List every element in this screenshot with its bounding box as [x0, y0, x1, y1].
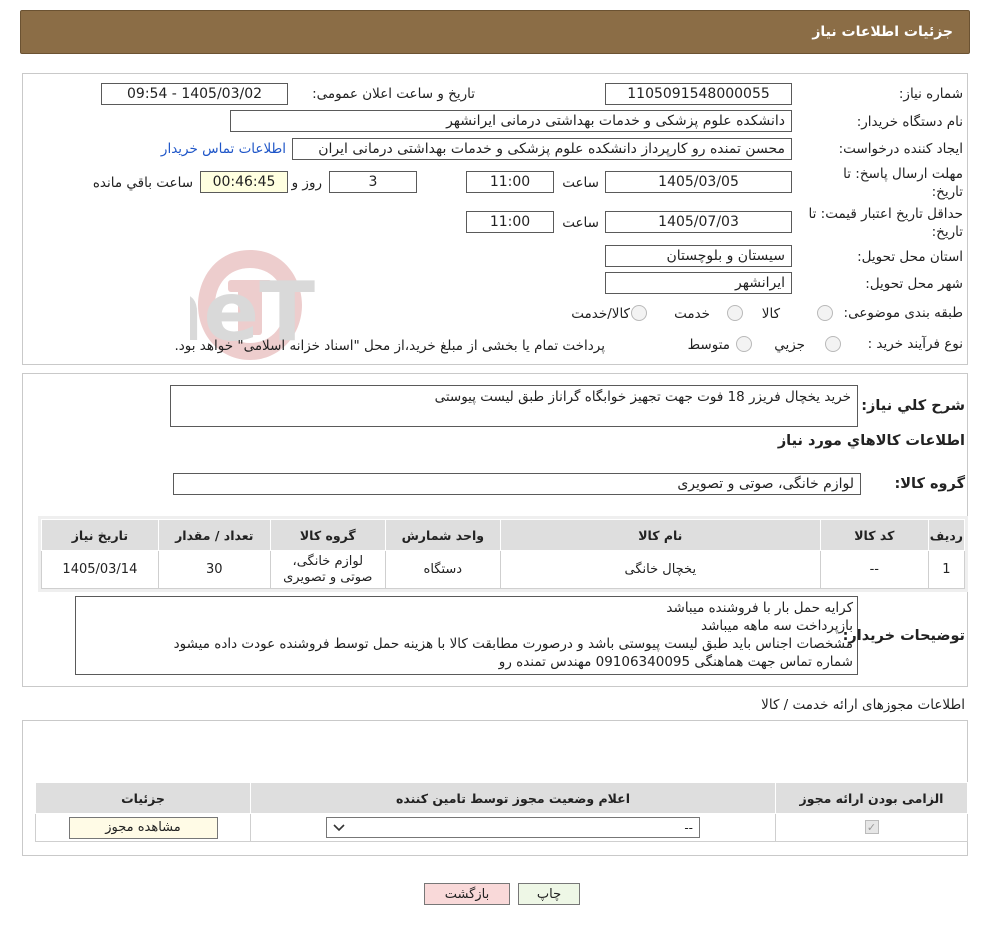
need-number-field: 1105091548000055: [605, 83, 792, 105]
remaining-time-field: 00:46:45: [200, 171, 288, 193]
goods-group-label: گروه کالا:: [894, 476, 965, 492]
cell-date: 1405/03/14: [41, 550, 159, 589]
category-option-service: خدمت: [674, 306, 710, 322]
permit-details-cell: مشاهده مجوز: [35, 813, 251, 842]
cell-group-line-2: صوتی و تصویری: [283, 569, 373, 585]
reply-time-label: ساعت: [562, 175, 599, 191]
process-option-medium: متوسط: [687, 337, 730, 353]
permit-status-value: --: [684, 820, 693, 835]
reply-date-field: 1405/03/05: [605, 171, 792, 193]
buyer-org-field: دانشکده علوم پزشکی و خدمات بهداشتی درمان…: [230, 110, 792, 132]
province-label: استان محل تحویل:: [857, 249, 963, 265]
price-validity-time-field: 11:00: [466, 211, 554, 233]
back-button[interactable]: بازگشت: [424, 883, 510, 905]
process-label: نوع فرآیند خرید :: [867, 336, 963, 352]
permits-title: اطلاعات مجوزهای ارائه خدمت / کالا: [761, 697, 965, 713]
buyer-note-line: کرایه حمل بار با فروشنده میباشد: [666, 600, 853, 616]
cell-group-line-1: لوازم خانگی،: [292, 553, 364, 569]
city-field: ایرانشهر: [605, 272, 792, 294]
chevron-down-icon: [333, 821, 345, 835]
permit-status-cell: --: [250, 813, 776, 842]
category-label: طبقه بندی موضوعی:: [843, 305, 963, 321]
goods-section-title: اطلاعات کالاهاي مورد نیاز: [777, 433, 965, 449]
col-qty: تعداد / مقدار: [157, 519, 271, 551]
permit-status-select[interactable]: --: [326, 817, 700, 838]
price-validity-date-field: 1405/07/03: [605, 211, 792, 233]
goods-table: ردیف کد کالا نام کالا واحد شمارش گروه کا…: [41, 519, 966, 589]
permit-required-cell: ✓: [775, 813, 968, 842]
announce-date-label: تاریخ و ساعت اعلان عمومی:: [312, 86, 475, 102]
buyer-notes-area[interactable]: کرایه حمل بار با فروشنده میباشد بازپرداخ…: [75, 596, 858, 675]
cell-qty: 30: [157, 550, 271, 589]
remaining-time-label: ساعت باقي مانده: [92, 175, 193, 191]
table-row: 1 -- یخچال خانگی دستگاه لوازم خانگی، صوت…: [41, 550, 966, 589]
col-permit-required: الزامی بودن ارائه مجوز: [775, 782, 968, 814]
cell-row: 1: [927, 550, 966, 589]
buyer-org-label: نام دستگاه خریدار:: [856, 114, 963, 130]
category-option-goods-service: کالا/خدمت: [571, 306, 630, 322]
need-number-label: شماره نیاز:: [898, 86, 963, 102]
summary-label: شرح کلي نیاز:: [861, 398, 965, 414]
reply-time-field: 11:00: [466, 171, 554, 193]
process-note: پرداخت تمام یا بخشی از مبلغ خرید،از محل …: [174, 338, 605, 354]
buyer-notes-label: توضیحات خریدار:: [842, 628, 965, 644]
price-validity-label: حداقل تاریخ اعتبار قیمت: تا: [808, 206, 963, 222]
cell-name: یخچال خانگی: [499, 550, 821, 589]
col-name: نام کالا: [499, 519, 821, 551]
summary-text-area[interactable]: خرید یخچال فریزر 18 فوت جهت تجهیز خوابگا…: [170, 385, 858, 427]
goods-group-field: لوازم خانگی، صوتی و تصویری: [173, 473, 861, 495]
permit-row: ✓ -- مشاهده مجوز: [35, 813, 968, 842]
city-label: شهر محل تحویل:: [865, 276, 963, 292]
price-validity-time-label: ساعت: [562, 215, 599, 231]
category-radio-goods[interactable]: [817, 305, 833, 321]
days-label: روز و: [291, 175, 322, 191]
category-radio-service[interactable]: [727, 305, 743, 321]
col-date: تاریخ نیاز: [41, 519, 159, 551]
requester-field: محسن تمنده رو کارپرداز دانشکده علوم پزشک…: [292, 138, 792, 160]
col-row: ردیف: [927, 519, 966, 551]
reply-deadline-label-2: تاریخ:: [931, 184, 963, 200]
page-title-bar: جزئیات اطلاعات نیاز: [20, 10, 970, 54]
view-permit-button[interactable]: مشاهده مجوز: [68, 816, 218, 839]
price-validity-label-2: تاریخ:: [931, 224, 963, 240]
requester-label: ایجاد کننده درخواست:: [838, 141, 963, 157]
cell-unit: دستگاه: [384, 550, 501, 589]
goods-table-wrap: ردیف کد کالا نام کالا واحد شمارش گروه کا…: [38, 516, 968, 592]
process-option-minor: جزیي: [774, 337, 805, 353]
permits-table-wrap: الزامی بودن ارائه مجوز اعلام وضعیت مجوز …: [35, 782, 968, 842]
cell-group: لوازم خانگی، صوتی و تصویری: [269, 550, 386, 589]
process-radio-medium[interactable]: [736, 336, 752, 352]
print-button[interactable]: چاپ: [518, 883, 580, 905]
process-radio-minor[interactable]: [825, 336, 841, 352]
buyer-note-line: شماره تماس جهت هماهنگی 09106340095 مهندس…: [498, 654, 853, 670]
buyer-contact-link[interactable]: اطلاعات تماس خریدار: [161, 141, 286, 157]
col-permit-details: جزئیات: [35, 782, 251, 814]
announce-date-field: 1405/03/02 - 09:54: [101, 83, 288, 105]
col-permit-status: اعلام وضعیت مجوز توسط تامین کننده: [250, 782, 776, 814]
col-unit: واحد شمارش: [384, 519, 501, 551]
cell-code: --: [819, 550, 929, 589]
col-group: گروه کالا: [269, 519, 386, 551]
days-remaining-field: 3: [329, 171, 417, 193]
page-title: جزئیات اطلاعات نیاز: [812, 24, 953, 40]
province-field: سیستان و بلوچستان: [605, 245, 792, 267]
col-code: کد کالا: [819, 519, 929, 551]
permits-table: الزامی بودن ارائه مجوز اعلام وضعیت مجوز …: [35, 782, 968, 842]
buyer-note-line: مشخصات اجناس باید طبق لیست پیوستی باشد و…: [173, 636, 853, 652]
buyer-note-line: بازپرداخت سه ماهه میباشد: [701, 618, 853, 634]
reply-deadline-label: مهلت ارسال پاسخ: تا: [843, 166, 963, 182]
category-option-goods: کالا: [761, 306, 780, 322]
permit-required-checkbox[interactable]: ✓: [864, 820, 879, 834]
category-radio-goods-service[interactable]: [631, 305, 647, 321]
summary-text: خرید یخچال فریزر 18 فوت جهت تجهیز خوابگا…: [434, 389, 851, 405]
